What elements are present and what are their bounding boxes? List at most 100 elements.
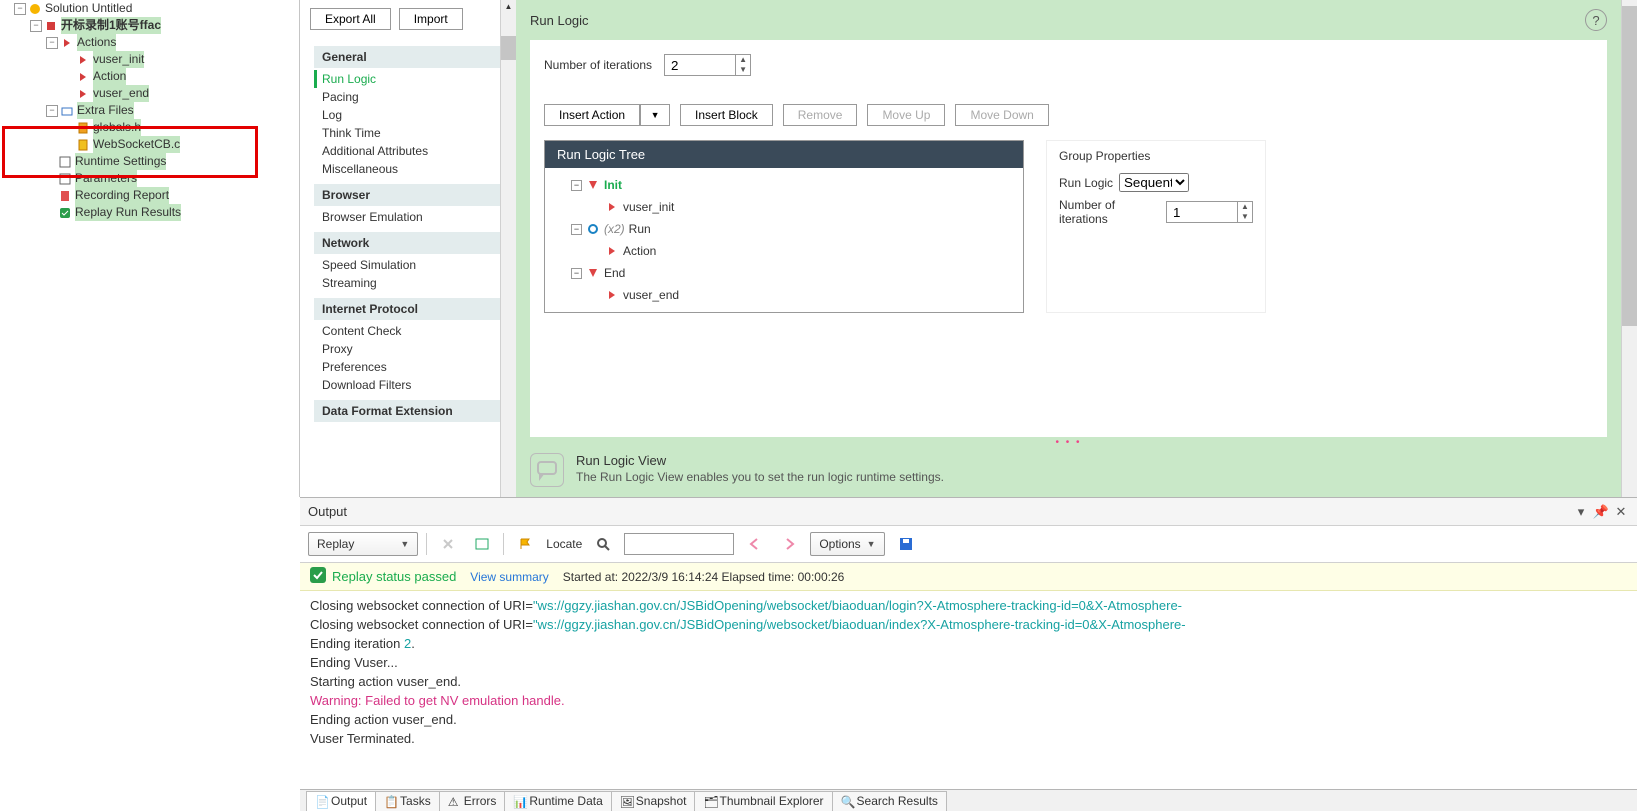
tab-snapshot[interactable]: 🖼Snapshot <box>611 791 696 811</box>
tree-actions[interactable]: − Actions <box>0 34 299 51</box>
cat-proxy[interactable]: Proxy <box>314 340 500 358</box>
help-icon[interactable]: ? <box>1585 9 1607 31</box>
spin-up-icon[interactable]: ▲ <box>1238 202 1252 212</box>
cat-pacing[interactable]: Pacing <box>314 88 500 106</box>
rl-init[interactable]: − Init <box>549 174 1019 196</box>
rl-end-child[interactable]: vuser_end <box>549 284 1019 306</box>
rl-init-label: Init <box>604 178 622 192</box>
import-button[interactable]: Import <box>399 8 463 30</box>
gp-runlogic-select[interactable]: Sequential <box>1119 173 1189 192</box>
iterations-spinner[interactable]: ▲▼ <box>664 54 751 76</box>
window-menu-icon[interactable]: ▾ <box>1573 504 1589 520</box>
tree-runtime-settings[interactable]: Runtime Settings <box>0 153 299 170</box>
rl-run-count: (x2) <box>604 222 625 236</box>
cat-miscellaneous[interactable]: Miscellaneous <box>314 160 500 178</box>
iterations-input[interactable] <box>665 55 735 75</box>
rts-main-scrollbar[interactable] <box>1621 0 1637 497</box>
expand-icon[interactable]: − <box>46 37 58 49</box>
tree-parameters[interactable]: Parameters <box>0 170 299 187</box>
collapse-icon[interactable]: − <box>571 224 582 235</box>
output-filter-combo[interactable]: Replay▼ <box>308 532 418 556</box>
tab-output[interactable]: 📄Output <box>306 791 376 811</box>
cat-log[interactable]: Log <box>314 106 500 124</box>
search-icon[interactable] <box>590 532 616 556</box>
output-dock: Output ▾ 📌 ✕ Replay▼ Locate Options▼ Rep… <box>300 497 1637 801</box>
bottom-tab-strip: 📄Output 📋Tasks ⚠Errors 📊Runtime Data 🖼Sn… <box>300 789 1637 811</box>
search-tab-icon: 🔍 <box>841 795 853 807</box>
file-label: WebSocketCB.c <box>93 136 180 153</box>
output-console[interactable]: Closing websocket connection of URI="ws:… <box>300 591 1637 801</box>
rts-main: Run Logic ? Number of iterations ▲▼ Inse… <box>516 0 1621 497</box>
down-arrow-icon <box>586 266 600 280</box>
locate-label: Locate <box>546 537 582 551</box>
next-result-icon[interactable] <box>776 532 802 556</box>
tab-runtime-data[interactable]: 📊Runtime Data <box>504 791 611 811</box>
insert-action-dropdown[interactable]: ▼ <box>640 104 670 126</box>
tree-action-item[interactable]: vuser_end <box>0 85 299 102</box>
spin-down-icon[interactable]: ▼ <box>736 65 750 75</box>
export-all-button[interactable]: Export All <box>310 8 391 30</box>
tree-recording-report[interactable]: Recording Report <box>0 187 299 204</box>
move-down-button: Move Down <box>955 104 1048 126</box>
expand-icon[interactable]: − <box>30 20 42 32</box>
rl-init-child[interactable]: vuser_init <box>549 196 1019 218</box>
cat-content-check[interactable]: Content Check <box>314 322 500 340</box>
insert-block-button[interactable]: Insert Block <box>680 104 773 126</box>
resize-grip[interactable]: • • • <box>530 437 1607 447</box>
prev-result-icon[interactable] <box>742 532 768 556</box>
output-tab-icon: 📄 <box>315 795 327 807</box>
spin-down-icon[interactable]: ▼ <box>1238 212 1252 222</box>
rl-end-label: End <box>604 266 625 280</box>
rl-run[interactable]: − (x2) Run <box>549 218 1019 240</box>
save-icon[interactable] <box>893 532 919 556</box>
recording-report-label: Recording Report <box>75 187 169 204</box>
pin-icon[interactable]: 📌 <box>1593 504 1609 520</box>
cat-browser-emulation[interactable]: Browser Emulation <box>314 208 500 226</box>
expand-icon[interactable]: − <box>46 105 58 117</box>
info-bar: Run Logic View The Run Logic View enable… <box>516 447 1621 497</box>
cat-speed-simulation[interactable]: Speed Simulation <box>314 256 500 274</box>
tree-script[interactable]: − 开标录制1账号ffac <box>0 17 299 34</box>
view-summary-link[interactable]: View summary <box>470 570 548 584</box>
cat-think-time[interactable]: Think Time <box>314 124 500 142</box>
tree-root[interactable]: − Solution Untitled <box>0 0 299 17</box>
collapse-icon[interactable]: − <box>571 268 582 279</box>
tab-thumbnail-explorer[interactable]: 🗂Thumbnail Explorer <box>694 791 832 811</box>
cat-streaming[interactable]: Streaming <box>314 274 500 292</box>
spin-up-icon[interactable]: ▲ <box>736 55 750 65</box>
group-properties: Group Properties Run Logic Sequential Nu… <box>1046 140 1266 313</box>
tree-extra-files[interactable]: − Extra Files <box>0 102 299 119</box>
rts-sidebar-scrollbar[interactable]: ▲ <box>500 0 516 497</box>
tab-tasks[interactable]: 📋Tasks <box>375 791 440 811</box>
snapshot-tab-icon: 🖼 <box>620 795 632 807</box>
tab-errors[interactable]: ⚠Errors <box>439 791 506 811</box>
insert-action-button[interactable]: Insert Action <box>544 104 640 126</box>
close-icon[interactable]: ✕ <box>1613 504 1629 520</box>
rts-title: Run Logic <box>530 13 589 28</box>
gp-iterations-input[interactable] <box>1167 202 1237 222</box>
collapse-icon[interactable]: − <box>571 180 582 191</box>
tree-file-item[interactable]: WebSocketCB.c <box>0 136 299 153</box>
cat-preferences[interactable]: Preferences <box>314 358 500 376</box>
script-icon <box>44 19 58 33</box>
tab-search-results[interactable]: 🔍Search Results <box>832 791 947 811</box>
gp-iterations-spinner[interactable]: ▲▼ <box>1166 201 1253 223</box>
tree-action-item[interactable]: Action <box>0 68 299 85</box>
iterations-label: Number of iterations <box>544 58 652 72</box>
output-search-input[interactable] <box>624 533 734 555</box>
rl-run-label: Run <box>629 222 651 236</box>
tree-file-item[interactable]: globals.h <box>0 119 299 136</box>
rts-category-list[interactable]: General Run Logic Pacing Log Think Time … <box>300 38 500 497</box>
rl-run-child[interactable]: Action <box>549 240 1019 262</box>
tree-replay-results[interactable]: Replay Run Results <box>0 204 299 221</box>
locate-flag-icon[interactable] <box>512 532 538 556</box>
toggle-wrap-icon[interactable] <box>469 532 495 556</box>
output-options-combo[interactable]: Options▼ <box>810 532 884 556</box>
rl-end[interactable]: − End <box>549 262 1019 284</box>
cat-additional-attributes[interactable]: Additional Attributes <box>314 142 500 160</box>
cat-download-filters[interactable]: Download Filters <box>314 376 500 394</box>
cat-run-logic[interactable]: Run Logic <box>314 70 500 88</box>
expand-icon[interactable]: − <box>14 3 26 15</box>
tree-action-item[interactable]: vuser_init <box>0 51 299 68</box>
extra-files-icon <box>60 104 74 118</box>
